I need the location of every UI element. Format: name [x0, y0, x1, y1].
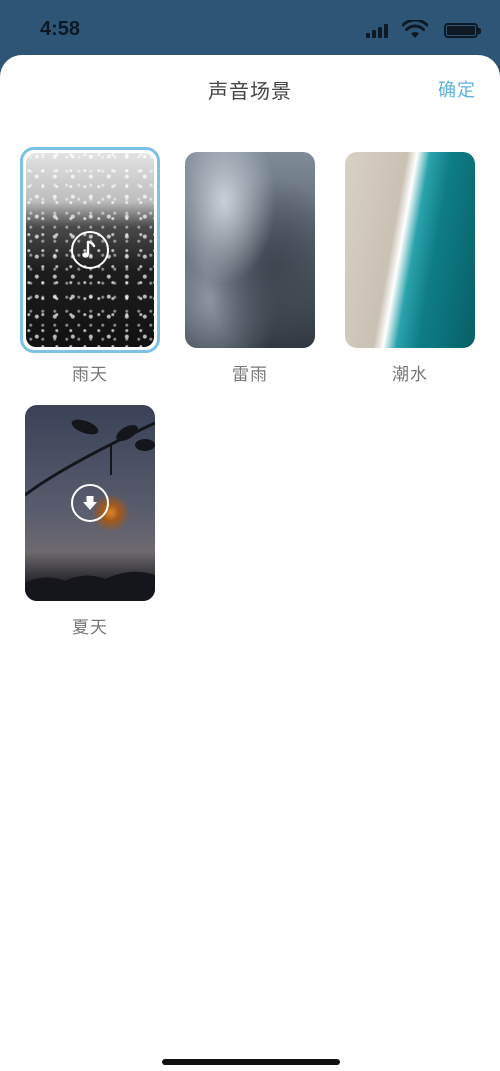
scene-thumbnail	[25, 405, 155, 601]
home-indicator[interactable]	[162, 1059, 340, 1065]
sound-scene-sheet: 声音场景 确定 雨天 雷雨 潮水 夏天	[0, 55, 500, 1071]
scene-label: 雨天	[72, 365, 108, 385]
wifi-icon	[402, 20, 428, 38]
music-note-icon	[71, 231, 109, 269]
status-time: 4:58	[40, 18, 81, 40]
scene-label: 雷雨	[232, 365, 268, 385]
battery-icon	[444, 23, 481, 38]
page-title: 声音场景	[208, 79, 292, 103]
scene-card-tide[interactable]: 潮水	[345, 152, 477, 385]
scene-thumbnail	[345, 152, 475, 348]
scene-card-thunderstorm[interactable]: 雷雨	[185, 152, 317, 385]
scene-label: 潮水	[392, 365, 428, 385]
signal-icon	[366, 24, 390, 38]
status-bar: 4:58	[0, 0, 500, 60]
scene-label: 夏天	[72, 618, 108, 638]
scene-card-summer[interactable]: 夏天	[25, 405, 157, 638]
scene-card-rain[interactable]: 雨天	[20, 147, 160, 385]
download-icon[interactable]	[71, 484, 109, 522]
scene-thumbnail	[20, 147, 160, 353]
confirm-button[interactable]: 确定	[438, 76, 476, 102]
scene-thumbnail	[185, 152, 315, 348]
